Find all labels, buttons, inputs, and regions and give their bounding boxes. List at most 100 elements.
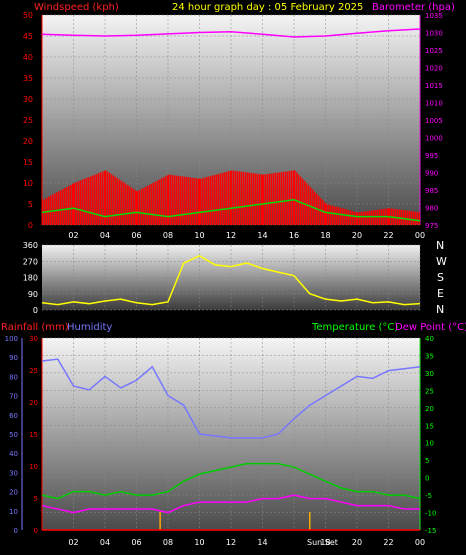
gust-bar <box>52 194 54 225</box>
gust-bar <box>369 210 371 225</box>
gust-bar <box>125 183 127 225</box>
gust-bar <box>184 176 186 225</box>
gust-bar <box>294 170 296 225</box>
x-tick-label: 22 <box>383 538 393 547</box>
gust-bar <box>152 182 154 225</box>
gust-bar <box>229 170 231 225</box>
gust-bar <box>66 187 68 225</box>
gust-bar <box>205 177 207 225</box>
left-tick-label: 5 <box>28 200 33 209</box>
gust-bar <box>135 190 137 225</box>
x-tick-label: 14 <box>257 538 267 547</box>
humidity-tick-label: 10 <box>9 508 18 516</box>
humidity-tick-label: 70 <box>9 393 18 401</box>
gust-bar <box>133 189 135 225</box>
sunset-label: Sun Set <box>307 538 338 547</box>
gust-bar <box>148 185 150 225</box>
right-tick-label: 995 <box>425 152 438 160</box>
left-tick-label: 25 <box>23 116 33 125</box>
gust-bar <box>341 208 343 225</box>
gust-bar <box>233 170 235 225</box>
gust-bar <box>172 175 174 225</box>
gust-bar <box>129 186 131 225</box>
gust-bar <box>164 176 166 225</box>
gust-bar <box>262 174 264 225</box>
gust-bar <box>406 210 408 225</box>
dewpoint-axis-title: Dew Point (°C) <box>395 322 466 333</box>
gust-bar <box>60 190 62 225</box>
gust-bar <box>176 175 178 225</box>
dir-tick-label: 90 <box>28 290 38 299</box>
gust-bar <box>375 210 377 225</box>
gust-bar <box>199 178 201 225</box>
gust-bar <box>349 210 351 225</box>
humidity-tick-label: 50 <box>9 431 18 439</box>
chart-title: 24 hour graph day : 05 February 2025 <box>172 2 363 13</box>
right-tick-label: 1035 <box>425 12 443 20</box>
gust-bar <box>113 175 115 225</box>
gust-bar <box>235 170 237 225</box>
temperature-axis-title: Temperature (°C) <box>311 322 398 333</box>
gust-bar <box>144 187 146 225</box>
gust-bar <box>296 172 298 225</box>
gust-bar <box>56 192 58 225</box>
gust-bar <box>416 211 418 225</box>
compass-e: E <box>437 287 444 300</box>
gust-bar <box>215 174 217 225</box>
gust-bar <box>367 211 369 225</box>
left-tick-label: 35 <box>23 74 33 83</box>
gust-bar <box>270 173 272 225</box>
gust-bar <box>190 177 192 225</box>
gust-bar <box>247 172 249 225</box>
rain-tick-label: 10 <box>29 463 38 471</box>
gust-bar <box>322 200 324 225</box>
gust-bar <box>207 176 209 225</box>
gust-bar <box>272 173 274 225</box>
gust-bar <box>276 172 278 225</box>
gust-bar <box>278 172 280 225</box>
gust-bar <box>245 172 247 225</box>
right-tick-label: 1015 <box>425 82 443 90</box>
gust-bar <box>131 187 133 225</box>
gust-bar <box>219 173 221 225</box>
gust-bar <box>298 174 300 225</box>
gust-bar <box>373 210 375 225</box>
x-tick-label: 10 <box>194 231 204 240</box>
gust-bar <box>111 174 113 225</box>
gust-bar <box>404 210 406 225</box>
humidity-tick-label: 60 <box>9 412 18 420</box>
gust-bar <box>304 181 306 225</box>
gust-bar <box>140 189 142 225</box>
temp-tick-label: 20 <box>425 405 434 413</box>
gust-bar <box>257 173 259 225</box>
gust-bar <box>355 212 357 225</box>
gust-bar <box>123 182 125 225</box>
gust-bar <box>280 172 282 225</box>
gust-bar <box>62 189 64 225</box>
gust-bar <box>324 202 326 225</box>
gust-bar <box>97 173 99 225</box>
gust-bar <box>188 177 190 225</box>
humidity-tick-label: 40 <box>9 450 18 458</box>
compass-n-top: N <box>436 239 444 252</box>
gust-bar <box>414 211 416 225</box>
humidity-axis-title: Humidity <box>67 322 112 333</box>
gust-bar <box>115 177 117 225</box>
dir-tick-label: 0 <box>33 306 38 315</box>
left-tick-label: 50 <box>23 11 33 20</box>
gust-bar <box>194 178 196 225</box>
gust-bar <box>217 174 219 225</box>
x-tick-label: 04 <box>100 231 110 240</box>
gust-bar <box>361 211 363 225</box>
gust-bar <box>255 173 257 225</box>
gust-bar <box>75 182 77 225</box>
rain-tick-label: 25 <box>29 367 38 375</box>
gust-bar <box>89 176 91 225</box>
gust-bar <box>371 210 373 225</box>
gust-bar <box>290 170 292 225</box>
gust-bar <box>93 175 95 225</box>
gust-bar <box>209 176 211 225</box>
right-tick-label: 1025 <box>425 47 443 55</box>
x-tick-label: 22 <box>383 231 393 240</box>
left-tick-label: 40 <box>23 53 33 62</box>
